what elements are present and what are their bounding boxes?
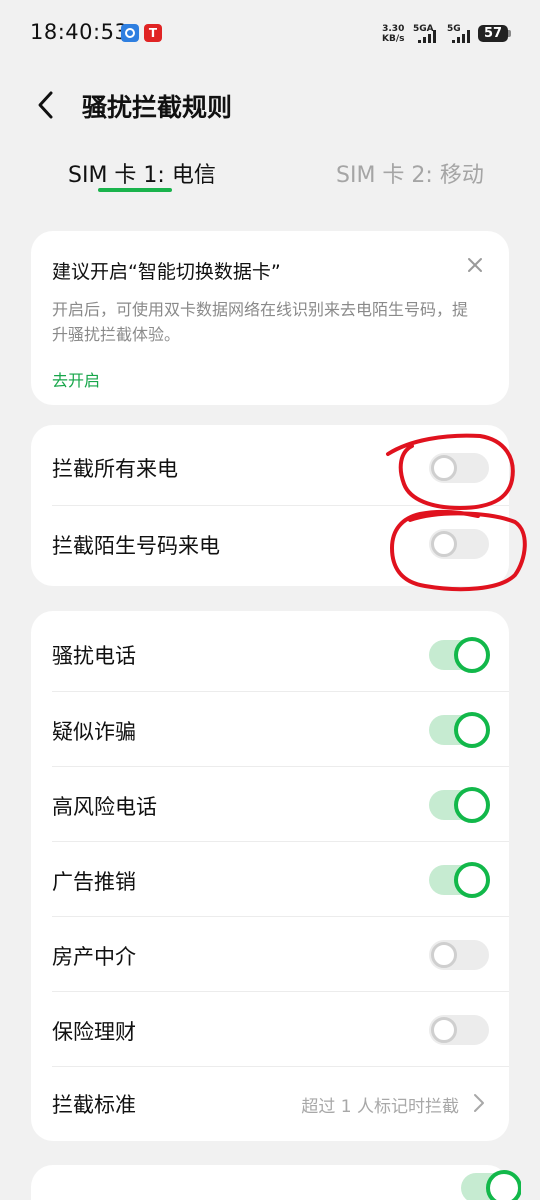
- network-speed-value: 3.30: [382, 24, 405, 34]
- status-time: 18:40:53: [30, 20, 129, 44]
- tab-indicator: [98, 188, 172, 192]
- harassment-toggle[interactable]: [429, 637, 490, 673]
- category-row-real-estate[interactable]: 房产中介: [31, 917, 509, 991]
- high-risk-toggle[interactable]: [429, 787, 490, 823]
- category-row-fraud[interactable]: 疑似诈骗: [31, 692, 509, 766]
- category-label: 高风险电话: [52, 795, 157, 819]
- partial-toggle: [461, 1165, 521, 1200]
- next-card-partial: [31, 1165, 521, 1200]
- chevron-left-icon[interactable]: [34, 90, 58, 120]
- fraud-toggle[interactable]: [429, 712, 490, 748]
- category-row-ads[interactable]: 广告推销: [31, 842, 509, 916]
- tip-description: 开启后，可使用双卡数据网络在线识别来去电陌生号码，提升骚扰拦截体验。: [52, 300, 469, 344]
- block-all-calls-row[interactable]: 拦截所有来电: [31, 425, 509, 505]
- tab-sim1[interactable]: SIM 卡 1: 电信: [68, 157, 216, 189]
- page-title: 骚扰拦截规则: [82, 93, 233, 122]
- category-label: 广告推销: [52, 870, 136, 894]
- tip-title: 建议开启“智能切换数据卡”: [52, 261, 281, 283]
- category-label: 疑似诈骗: [52, 720, 136, 744]
- tab-sim2[interactable]: SIM 卡 2: 移动: [336, 157, 484, 189]
- insurance-toggle[interactable]: [429, 1015, 489, 1045]
- category-label: 保险理财: [52, 1020, 136, 1044]
- battery-level: 57: [483, 26, 503, 41]
- block-all-calls-toggle[interactable]: [429, 453, 489, 483]
- criteria-row[interactable]: 拦截标准 超过 1 人标记时拦截: [31, 1067, 509, 1141]
- category-row-high-risk[interactable]: 高风险电话: [31, 767, 509, 841]
- category-row-harassment[interactable]: 骚扰电话: [31, 611, 509, 691]
- block-unknown-calls-label: 拦截陌生号码来电: [52, 534, 220, 558]
- block-calls-card: 拦截所有来电 拦截陌生号码来电: [31, 425, 509, 586]
- battery-icon: 57: [478, 25, 511, 42]
- sim2-signal-icon: [452, 30, 474, 43]
- block-unknown-calls-row[interactable]: 拦截陌生号码来电: [31, 506, 509, 586]
- criteria-value: 超过 1 人标记时拦截: [301, 1097, 459, 1117]
- block-unknown-calls-toggle[interactable]: [429, 529, 489, 559]
- real-estate-toggle[interactable]: [429, 940, 489, 970]
- enable-link[interactable]: 去开启: [52, 367, 100, 391]
- smart-data-card-tip: 建议开启“智能切换数据卡” 开启后，可使用双卡数据网络在线识别来去电陌生号码，提…: [31, 231, 509, 405]
- category-label: 房产中介: [52, 945, 136, 969]
- network-speed: 3.30 KB/s: [382, 24, 404, 44]
- category-card: 骚扰电话 疑似诈骗 高风险电话 广告推销 房产中介 保险理财 拦截标准 超过 1…: [31, 611, 509, 1141]
- ads-toggle[interactable]: [429, 862, 490, 898]
- category-row-insurance[interactable]: 保险理财: [31, 992, 509, 1066]
- network-speed-unit: KB/s: [382, 34, 405, 44]
- close-icon[interactable]: [465, 255, 485, 275]
- app-notification-t-icon: T: [144, 24, 162, 42]
- category-label: 骚扰电话: [52, 644, 136, 668]
- chevron-right-icon: [474, 1094, 484, 1112]
- app-notification-icon: [121, 24, 139, 42]
- block-all-calls-label: 拦截所有来电: [52, 457, 178, 481]
- status-bar: 18:40:53 T 3.30 KB/s 5GA 5G 57: [0, 0, 540, 64]
- sim1-signal-icon: [418, 30, 440, 43]
